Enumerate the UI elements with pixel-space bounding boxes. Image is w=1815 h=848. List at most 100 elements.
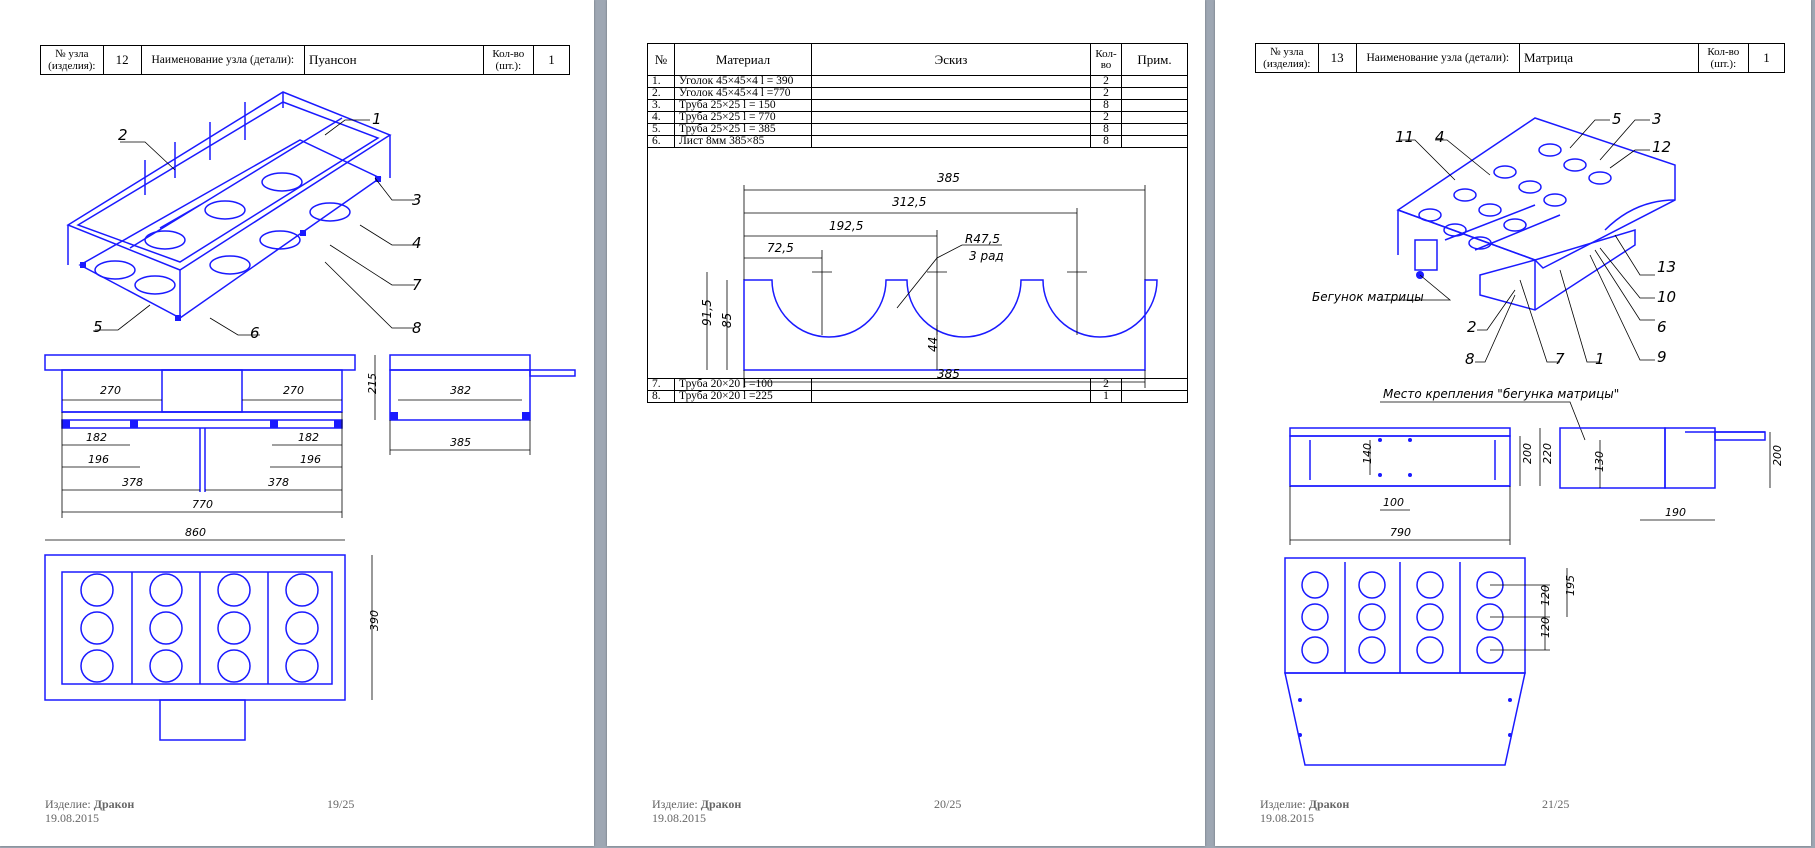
punch-top-dim-labels: 860 390 bbox=[185, 526, 381, 631]
footer-date: 19.08.2015 bbox=[1260, 811, 1314, 825]
dim-220: 220 bbox=[1541, 443, 1554, 464]
dim-195: 195 bbox=[1564, 575, 1577, 596]
dim-382: 382 bbox=[450, 384, 471, 397]
footer-product-label: Изделие: bbox=[45, 797, 91, 811]
callout-12: 12 bbox=[1652, 138, 1671, 156]
dim-44: 44 bbox=[926, 337, 940, 352]
callout-3: 3 bbox=[1652, 110, 1662, 128]
dim-200-side: 200 bbox=[1771, 445, 1784, 466]
footer-product-label: Изделие: bbox=[1260, 797, 1306, 811]
footer: Изделие: Дракон 19.08.2015 bbox=[1260, 797, 1349, 825]
footer: Изделие: Дракон 19.08.2015 bbox=[45, 797, 134, 825]
callout-13: 13 bbox=[1657, 258, 1676, 276]
callout-8: 8 bbox=[1465, 350, 1475, 368]
callout-10: 10 bbox=[1657, 288, 1676, 306]
punch-callouts: 1 2 3 4 5 6 7 8 bbox=[93, 110, 422, 342]
callout-5: 5 bbox=[93, 318, 103, 336]
matrix-front-view bbox=[1289, 427, 1511, 487]
dim-200-front: 200 bbox=[1521, 443, 1534, 464]
callout-4: 4 bbox=[412, 234, 422, 252]
callout-2: 2 bbox=[118, 126, 128, 144]
dim-378-right: 378 bbox=[268, 476, 289, 489]
footer-product-label: Изделие: bbox=[652, 797, 698, 811]
callout-4: 4 bbox=[1435, 128, 1445, 146]
plate-dim-labels: 385 312,5 192,5 72,5 R47,5 3 рад 91,5 85… bbox=[700, 171, 1004, 381]
dim-72-5: 72,5 bbox=[767, 241, 794, 255]
page-19: № узла (изделия): 12 Наименование узла (… bbox=[0, 0, 594, 846]
dim-790: 790 bbox=[1390, 526, 1411, 539]
punch-top-dims bbox=[45, 539, 373, 700]
page-number: 20/25 bbox=[934, 797, 962, 811]
page-21: № узла (изделия): 13 Наименование узла (… bbox=[1215, 0, 1811, 846]
callout-3: 3 bbox=[412, 191, 422, 209]
dim-378-left: 378 bbox=[122, 476, 143, 489]
matrix-drawing: 11 4 5 3 12 13 10 6 9 1 7 8 2 Бегунок ма… bbox=[1284, 110, 1784, 766]
callout-5: 5 bbox=[1612, 110, 1622, 128]
punch-top-view bbox=[44, 554, 346, 741]
callout-11: 11 bbox=[1395, 128, 1414, 146]
matrix-top-view bbox=[1284, 557, 1526, 766]
punch-drawing: 1 2 3 4 5 6 7 8 270 270 182 182 196 196 … bbox=[44, 91, 576, 741]
plate-sketch: 385 312,5 192,5 72,5 R47,5 3 рад 91,5 85… bbox=[700, 171, 1158, 388]
dim-312-5: 312,5 bbox=[892, 195, 926, 209]
footer-product: Дракон bbox=[1308, 797, 1350, 811]
page-number: 21/25 bbox=[1542, 797, 1570, 811]
dim-770: 770 bbox=[192, 498, 213, 511]
dim-130: 130 bbox=[1593, 451, 1606, 472]
matrix-callouts: 11 4 5 3 12 13 10 6 9 1 7 8 2 Бегунок ма… bbox=[1312, 110, 1676, 401]
plate-outline bbox=[743, 279, 1158, 371]
footer-date: 19.08.2015 bbox=[652, 811, 706, 825]
dim-100: 100 bbox=[1383, 496, 1404, 509]
callout-9: 9 bbox=[1657, 348, 1667, 366]
dim-190: 190 bbox=[1665, 506, 1686, 519]
dim-385-bottom: 385 bbox=[937, 367, 960, 381]
callout-6: 6 bbox=[250, 324, 260, 342]
dim-390: 390 bbox=[368, 610, 381, 631]
matrix-side-view bbox=[1559, 427, 1766, 489]
dim-192-5: 192,5 bbox=[829, 219, 863, 233]
footer-date: 19.08.2015 bbox=[45, 811, 99, 825]
matrix-leaders bbox=[1380, 119, 1655, 363]
callout-2: 2 bbox=[1467, 318, 1477, 336]
matrix-side-dim-labels: 130 200 190 bbox=[1593, 445, 1784, 519]
dim-385: 385 bbox=[450, 436, 471, 449]
dim-r47-5: R47,5 bbox=[965, 232, 1000, 246]
dim-3-rad: 3 рад bbox=[969, 249, 1004, 263]
punch-front-view bbox=[44, 354, 356, 492]
callout-1: 1 bbox=[372, 110, 382, 128]
callout-6: 6 bbox=[1657, 318, 1667, 336]
mount-label: Место крепления "бегунка матрицы" bbox=[1383, 387, 1619, 401]
matrix-top-dim-labels: 120 120 195 bbox=[1539, 575, 1577, 638]
dim-860: 860 bbox=[185, 526, 206, 539]
runner-label: Бегунок матрицы bbox=[1312, 290, 1424, 304]
dim-182-left: 182 bbox=[86, 431, 107, 444]
page-20: № Материал Эскиз Кол-во Прим. 1. Уголок 4… bbox=[607, 0, 1205, 846]
page-number: 19/25 bbox=[327, 797, 355, 811]
footer: Изделие: Дракон 19.08.2015 bbox=[652, 797, 741, 825]
dim-215: 215 bbox=[366, 373, 379, 394]
callout-8: 8 bbox=[412, 319, 422, 337]
matrix-front-dim-labels: 140 100 200 220 790 bbox=[1361, 443, 1554, 539]
footer-product: Дракон bbox=[700, 797, 742, 811]
dim-270-left: 270 bbox=[100, 384, 121, 397]
punch-side-view bbox=[389, 354, 576, 421]
footer-product: Дракон bbox=[93, 797, 135, 811]
mount-leader bbox=[1380, 401, 1586, 441]
punch-leaders bbox=[95, 119, 415, 336]
dim-182-right: 182 bbox=[298, 431, 319, 444]
callout-7: 7 bbox=[1555, 350, 1565, 368]
dim-120-lower: 120 bbox=[1539, 617, 1552, 638]
dim-385-top: 385 bbox=[937, 171, 960, 185]
punch-isometric bbox=[66, 91, 392, 321]
punch-front-dim-labels: 270 270 182 182 196 196 378 378 770 bbox=[86, 384, 321, 511]
dim-270-right: 270 bbox=[283, 384, 304, 397]
dim-196-left: 196 bbox=[88, 453, 109, 466]
dim-85: 85 bbox=[720, 313, 734, 328]
callout-1: 1 bbox=[1595, 350, 1605, 368]
punch-side-dim-labels: 215 382 385 bbox=[366, 373, 471, 449]
dim-140: 140 bbox=[1361, 443, 1374, 464]
dim-196-right: 196 bbox=[300, 453, 321, 466]
matrix-isometric bbox=[1396, 117, 1676, 311]
callout-7: 7 bbox=[412, 276, 422, 294]
dim-91-5: 91,5 bbox=[700, 299, 714, 326]
